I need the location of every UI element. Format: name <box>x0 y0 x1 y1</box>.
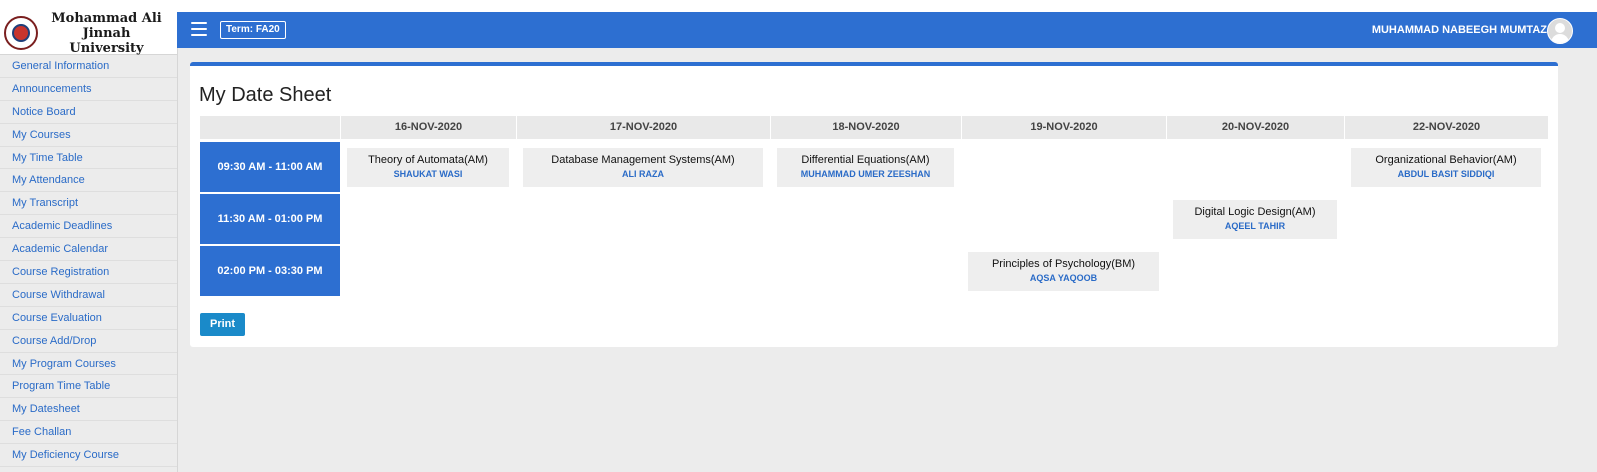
exam-course-name: Differential Equations(AM) <box>801 154 930 166</box>
sidebar-item-my-deficiency-course[interactable]: My Deficiency Course <box>0 444 177 468</box>
sidebar-item-fee-challan[interactable]: Fee Challan <box>0 421 177 445</box>
sidebar-item-course-add-drop[interactable]: Course Add/Drop <box>0 330 177 353</box>
exam-entry: Database Management Systems(AM) ALI RAZA <box>523 148 763 187</box>
exam-teacher-name[interactable]: ABDUL BASIT SIDDIQI <box>1351 169 1541 179</box>
sidebar-item-my-time-table[interactable]: My Time Table <box>0 147 177 170</box>
date-header: 18-NOV-2020 <box>770 116 961 139</box>
exam-teacher-name[interactable]: ALI RAZA <box>523 169 763 179</box>
sidebar-item-academic-calendar[interactable]: Academic Calendar <box>0 238 177 262</box>
sidebar-item-course-withdrawal[interactable]: Course Withdrawal <box>0 284 177 307</box>
sidebar-item-announcements[interactable]: Announcements <box>0 78 177 101</box>
sidebar-item-my-courses[interactable]: My Courses <box>0 124 177 147</box>
exam-entry: Principles of Psychology(BM) AQSA YAQOOB <box>968 252 1159 291</box>
hamburger-menu-icon[interactable] <box>191 22 207 36</box>
exam-entry: Organizational Behavior(AM) ABDUL BASIT S… <box>1351 148 1541 187</box>
time-slot: 02:00 PM - 03:30 PM <box>200 246 340 296</box>
exam-course-name: Theory of Automata(AM) <box>368 154 488 166</box>
sidebar-item-course-registration[interactable]: Course Registration <box>0 261 177 284</box>
sidebar-item-my-attendance[interactable]: My Attendance <box>0 169 177 193</box>
sidebar-item-notice-board[interactable]: Notice Board <box>0 101 177 124</box>
sidebar-item-general-information[interactable]: General Information <box>0 55 177 78</box>
date-header: 17-NOV-2020 <box>516 116 770 139</box>
exam-entry: Theory of Automata(AM) SHAUKAT WASI <box>347 148 509 187</box>
exam-course-name: Digital Logic Design(AM) <box>1194 206 1316 218</box>
print-button[interactable]: Print <box>200 313 246 336</box>
time-slot: 09:30 AM - 11:00 AM <box>200 142 340 192</box>
sidebar-item-my-transcript[interactable]: My Transcript <box>0 192 177 216</box>
user-name[interactable]: MUHAMMAD NABEEGH MUMTAZ <box>1372 12 1547 48</box>
exam-teacher-name[interactable]: AQEEL TAHIR <box>1173 221 1337 231</box>
exam-course-name: Database Management Systems(AM) <box>551 154 735 166</box>
sidebar-nav: General Information Announcements Notice B… <box>0 55 177 468</box>
sidebar-item-program-time-table[interactable]: Program Time Table <box>0 375 177 399</box>
sidebar-item-course-evaluation[interactable]: Course Evaluation <box>0 307 177 330</box>
university-name: Mohammad Ali Jinnah University <box>38 11 177 56</box>
university-name-line1: Mohammad Ali Jinnah <box>51 10 162 41</box>
exam-course-name: Principles of Psychology(BM) <box>991 258 1136 270</box>
user-avatar-icon[interactable] <box>1547 18 1573 44</box>
exam-entry: Digital Logic Design(AM) AQEEL TAHIR <box>1173 200 1337 239</box>
sidebar: Mohammad Ali Jinnah University General I… <box>0 11 178 472</box>
exam-teacher-name[interactable]: SHAUKAT WASI <box>347 169 509 179</box>
exam-teacher-name[interactable]: MUHAMMAD UMER ZEESHAN <box>777 169 954 179</box>
exam-entry: Differential Equations(AM) MUHAMMAD UMER … <box>777 148 954 187</box>
date-header: 16-NOV-2020 <box>340 116 516 139</box>
exam-course-name: Organizational Behavior(AM) <box>1375 154 1517 166</box>
sidebar-item-my-program-courses[interactable]: My Program Courses <box>0 353 177 376</box>
browser-top-strip <box>0 0 1597 12</box>
date-header: 19-NOV-2020 <box>961 116 1166 139</box>
exam-teacher-name[interactable]: AQSA YAQOOB <box>968 273 1159 283</box>
term-badge[interactable]: Term: FA20 <box>220 21 286 39</box>
sidebar-item-my-datesheet[interactable]: My Datesheet <box>0 398 177 422</box>
date-header: 20-NOV-2020 <box>1166 116 1344 139</box>
brand[interactable]: Mohammad Ali Jinnah University <box>0 11 177 56</box>
university-seal-icon <box>4 16 38 50</box>
time-slot: 11:30 AM - 01:00 PM <box>200 194 340 244</box>
sidebar-item-academic-deadlines[interactable]: Academic Deadlines <box>0 215 177 239</box>
page-title: My Date Sheet <box>199 84 332 106</box>
date-header: 22-NOV-2020 <box>1344 116 1548 139</box>
datesheet-card: My Date Sheet 16-NOV-2020 17-NOV-2020 18-N… <box>190 62 1558 347</box>
university-name-line2: University <box>69 40 144 56</box>
top-header: Term: FA20 MUHAMMAD NABEEGH MUMTAZ <box>177 12 1597 48</box>
